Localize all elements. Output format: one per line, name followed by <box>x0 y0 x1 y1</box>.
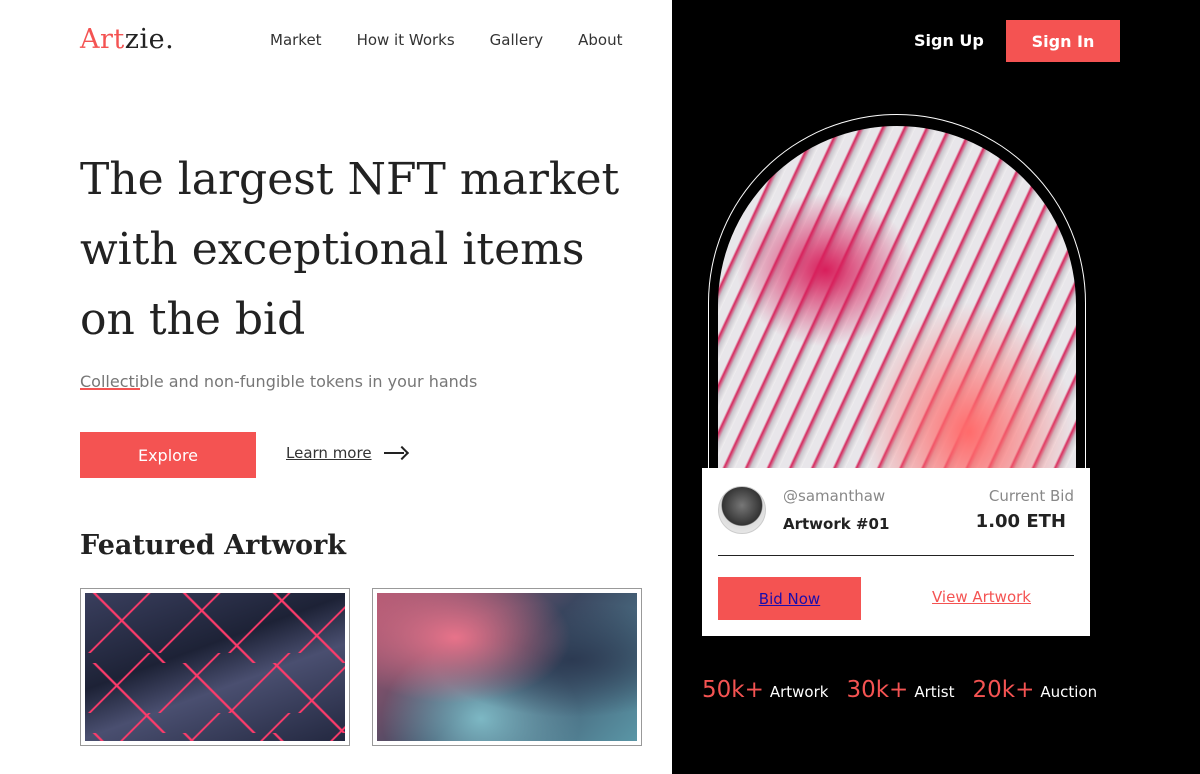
nav-item-how-it-works[interactable]: How it Works <box>357 31 455 49</box>
featured-title: Featured Artwork <box>80 530 346 561</box>
current-bid-label: Current Bid <box>988 487 1074 505</box>
logo[interactable]: Artzie. <box>80 24 174 55</box>
left-panel: Artzie. Market How it Works Gallery Abou… <box>0 0 672 774</box>
stat-artwork: 50k+ Artwork <box>702 677 828 703</box>
explore-button[interactable]: Explore <box>80 432 256 478</box>
learn-more-label: Learn more <box>286 444 372 462</box>
main-nav: Market How it Works Gallery About <box>270 31 622 49</box>
artwork-card: @samanthaw Artwork #01 Current Bid 1.00 … <box>702 468 1090 636</box>
stat-label: Auction <box>1040 683 1098 701</box>
featured-artwork-image <box>377 593 637 741</box>
featured-artwork-image <box>85 593 345 741</box>
stat-value: 20k+ <box>972 677 1035 703</box>
artwork-name: Artwork #01 <box>783 515 890 533</box>
sign-up-link[interactable]: Sign Up <box>914 31 984 50</box>
stat-label: Artist <box>914 683 955 701</box>
stats-row: 50k+ Artwork 30k+ Artist 20k+ Auction <box>702 677 1097 703</box>
hero-artwork-image[interactable] <box>718 126 1076 486</box>
arrow-right-icon <box>383 447 408 459</box>
featured-artwork-thumbnail[interactable] <box>80 588 350 746</box>
nav-item-gallery[interactable]: Gallery <box>490 31 543 49</box>
hero-title-line-3: on the bid <box>80 294 306 345</box>
hero-title-line-2: with exceptional items <box>80 224 585 275</box>
stat-auction: 20k+ Auction <box>973 677 1098 703</box>
artist-username[interactable]: @samanthaw <box>783 487 885 505</box>
sign-in-button[interactable]: Sign In <box>1006 20 1120 62</box>
stat-value: 50k+ <box>702 677 764 703</box>
nav-item-market[interactable]: Market <box>270 31 322 49</box>
hero-title: The largest NFT market with exceptional … <box>80 145 660 355</box>
subtitle-underline <box>80 388 140 390</box>
hero-title-line-1: The largest NFT market <box>80 154 620 205</box>
stat-value: 30k+ <box>846 677 909 703</box>
learn-more-link[interactable]: Learn more <box>286 444 408 462</box>
logo-accent: Art <box>80 24 125 55</box>
featured-artwork-thumbnail[interactable] <box>372 588 642 746</box>
bid-now-button[interactable]: Bid Now <box>718 577 861 620</box>
card-divider <box>718 555 1074 556</box>
nav-item-about[interactable]: About <box>578 31 622 49</box>
view-artwork-link[interactable]: View Artwork <box>932 588 1031 606</box>
stat-label: Artwork <box>769 683 829 701</box>
stat-artist: 30k+ Artist <box>846 677 954 703</box>
avatar[interactable] <box>718 486 766 534</box>
current-bid-value: 1.00 ETH <box>975 511 1066 532</box>
logo-rest: zie. <box>124 24 175 55</box>
